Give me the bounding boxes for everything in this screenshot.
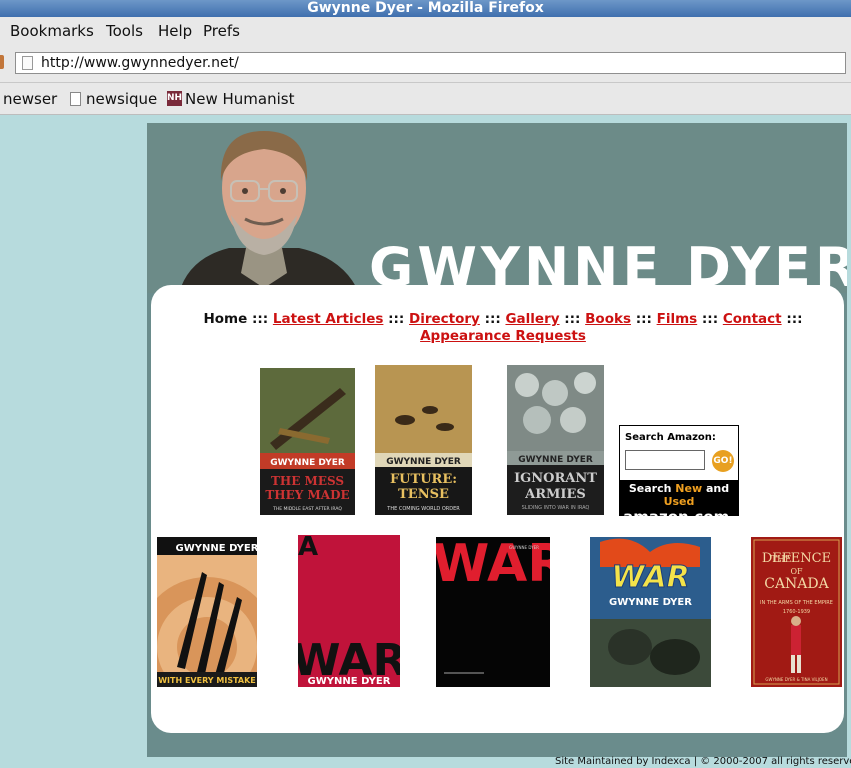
book-subtitle: THE COMING WORLD ORDER [386, 506, 460, 512]
author-portrait [179, 131, 359, 293]
amazon-banner[interactable]: Search New and Used amazon.com. [620, 480, 738, 526]
book-title-line2: TENSE [398, 487, 449, 502]
book-author: GWYNNE DYER [518, 455, 593, 465]
nav-latest-articles[interactable]: Latest Articles [273, 311, 384, 327]
amazon-go-button[interactable]: GO! [712, 450, 734, 472]
book-cover-war-red[interactable]: A WAR GWYNNE DYER [298, 535, 400, 687]
book-author: GWYNNE DYER [176, 543, 257, 554]
new-humanist-icon: NH [167, 91, 182, 106]
bookmarks-toolbar: newser newsique NH New Humanist [0, 83, 851, 115]
svg-text:A: A [298, 535, 318, 562]
nav-directory[interactable]: Directory [409, 311, 480, 327]
book-title-line1: FUTURE: [390, 472, 457, 487]
book-title-line1: THE MESS [271, 474, 344, 488]
book-author: GWYNNE DYER & TINA VILJOEN [765, 677, 827, 682]
page-container: GWYNNE DYER Home ::: Latest Articles :::… [147, 123, 847, 757]
menu-bookmarks[interactable]: Bookmarks [10, 22, 94, 40]
book-cover-the-mess-they-made[interactable]: GWYNNE DYER THE MESS THEY MADE THE MIDDL… [260, 368, 355, 515]
nav-separator: ::: [701, 311, 719, 327]
nav-films[interactable]: Films [657, 311, 698, 327]
book-title-line1: DEFENCE [762, 551, 831, 566]
book-author: GWYNNE DYER [386, 457, 461, 467]
address-url: http://www.gwynnedyer.net/ [41, 55, 239, 71]
amazon-search-label: Search Amazon: [625, 432, 716, 443]
site-navigation: Home ::: Latest Articles ::: Directory :… [163, 311, 843, 345]
nav-home: Home [203, 311, 248, 327]
nav-separator: ::: [564, 311, 581, 327]
page-icon [22, 56, 33, 70]
amazon-search-input[interactable] [625, 450, 705, 470]
book-cover-war-film[interactable]: WAR GWYNNE DYER [590, 537, 711, 687]
nav-appearance-requests[interactable]: Appearance Requests [420, 328, 586, 344]
nav-separator: ::: [251, 311, 269, 327]
book-title-line1: IGNORANT [514, 471, 597, 486]
nav-separator: ::: [635, 311, 652, 327]
book-title-line2: CANADA [764, 576, 829, 592]
bookmark-page-icon [70, 92, 81, 106]
home-icon[interactable] [0, 55, 4, 69]
book-title-line2: ARMIES [524, 487, 586, 502]
window-title: Gwynne Dyer - Mozilla Firefox [307, 0, 544, 16]
nav-contact[interactable]: Contact [723, 311, 782, 327]
book-cover-defence-of-canada[interactable]: THE DEFENCE OF CANADA IN THE ARMS OF THE… [751, 537, 842, 687]
book-cover-future-tense[interactable]: GWYNNE DYER FUTURE: TENSE THE COMING WOR… [375, 365, 472, 515]
nav-separator: ::: [484, 311, 501, 327]
book-cover-war-black[interactable]: WAR GWYNNE DYER [436, 537, 550, 687]
amazon-search-widget: Search Amazon: GO! Search New and Used a… [619, 425, 739, 526]
book-subtitle: THE MIDDLE EAST AFTER IRAQ [272, 506, 342, 512]
amazon-logo: amazon.com. [623, 508, 735, 526]
window-title-bar: Gwynne Dyer - Mozilla Firefox [0, 0, 851, 17]
menu-tools[interactable]: Tools [106, 22, 143, 40]
book-title-of: OF [790, 567, 803, 576]
nav-gallery[interactable]: Gallery [505, 311, 559, 327]
book-author: GWYNNE DYER [509, 545, 539, 550]
nav-separator: ::: [786, 311, 803, 327]
book-title: WITH EVERY MISTAKE [158, 676, 256, 685]
book-cover-with-every-mistake[interactable]: GWYNNE DYER WITH EVERY MISTAKE [157, 537, 257, 687]
book-subtitle: IN THE ARMS OF THE EMPIRE [760, 600, 833, 606]
bookmark-new-humanist[interactable]: New Humanist [185, 90, 294, 108]
navigation-toolbar: http://www.gwynnedyer.net/ [0, 44, 851, 83]
book-author: GWYNNE DYER [609, 597, 692, 608]
bookmark-newser[interactable]: newser [3, 90, 57, 108]
book-cover-ignorant-armies[interactable]: GWYNNE DYER IGNORANT ARMIES SLIDING INTO… [507, 365, 604, 515]
nav-separator: ::: [388, 311, 405, 327]
book-years: 1760-1939 [783, 609, 810, 615]
amazon-tagline: Search New and Used [628, 482, 730, 508]
nav-books[interactable]: Books [585, 311, 631, 327]
header-banner: GWYNNE DYER [147, 123, 847, 293]
menu-prefs[interactable]: Prefs [203, 22, 240, 40]
site-footer: Site Maintained by Indexca | © 2000-2007… [555, 756, 851, 767]
book-title-line2: THEY MADE [265, 488, 349, 502]
book-author: GWYNNE DYER [308, 676, 391, 687]
menu-bar: Bookmarks Tools Help Prefs [0, 17, 851, 44]
book-subtitle: SLIDING INTO WAR IN IRAQ [522, 505, 590, 511]
menu-help[interactable]: Help [158, 22, 192, 40]
address-bar[interactable]: http://www.gwynnedyer.net/ [15, 52, 846, 74]
bookmark-newsique[interactable]: newsique [86, 90, 157, 108]
book-author: GWYNNE DYER [270, 458, 345, 468]
book-title: WAR [611, 560, 689, 595]
